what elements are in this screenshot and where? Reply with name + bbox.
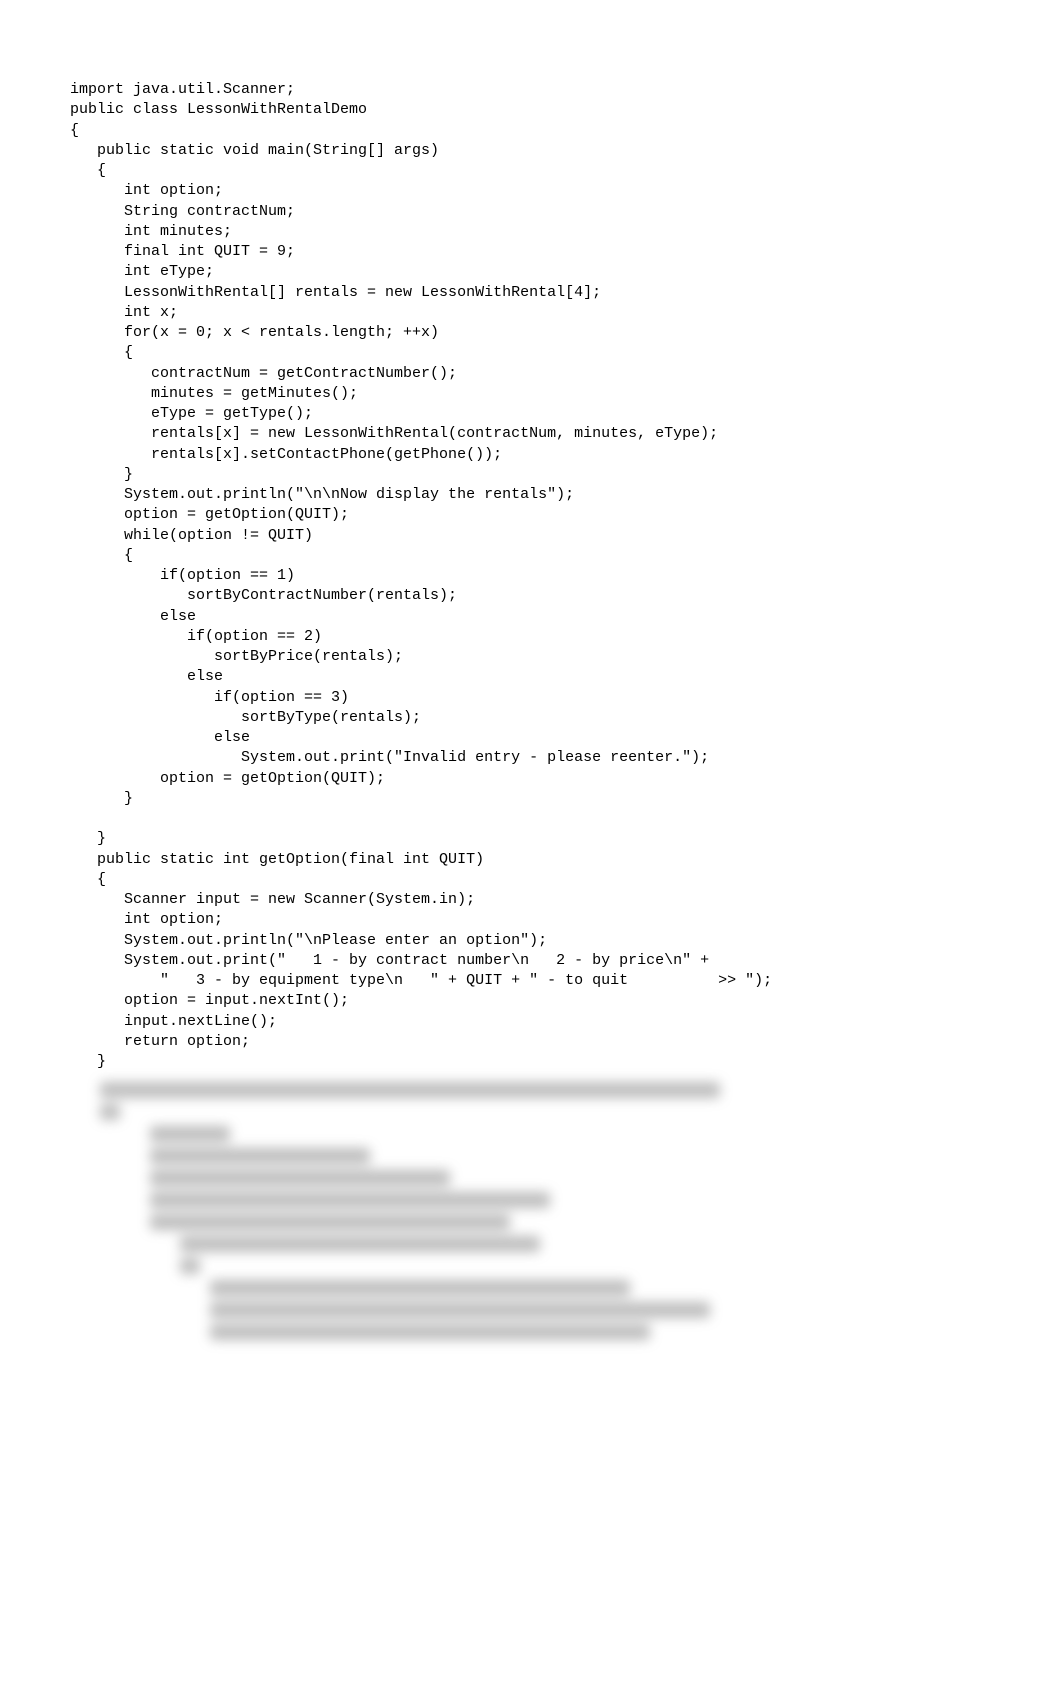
blurred-line (100, 1082, 720, 1098)
blurred-preview-section (70, 1082, 992, 1340)
blurred-line (150, 1148, 370, 1164)
blurred-line (210, 1324, 650, 1340)
blurred-line (150, 1192, 550, 1208)
blurred-line (150, 1126, 230, 1142)
blurred-line (150, 1170, 450, 1186)
blurred-line (100, 1104, 120, 1120)
blurred-line (180, 1258, 200, 1274)
blurred-line (150, 1214, 510, 1230)
code-block: import java.util.Scanner; public class L… (70, 80, 992, 1072)
blurred-line (210, 1302, 710, 1318)
blurred-line (180, 1236, 540, 1252)
blurred-line (210, 1280, 630, 1296)
